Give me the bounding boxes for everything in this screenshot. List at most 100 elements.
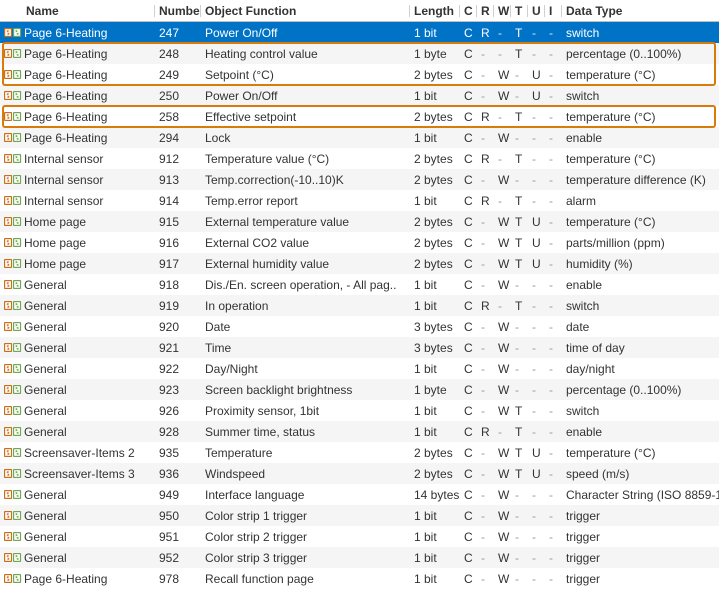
table-row[interactable]: Screensaver-Items 3936Windspeed2 bytesC-…: [0, 463, 719, 484]
flag-r: R: [477, 24, 494, 42]
flag-i: -: [545, 423, 562, 441]
name-text: Home page: [24, 257, 86, 271]
table-row[interactable]: Page 6-Heating249Setpoint (°C)2 bytesC-W…: [0, 64, 719, 85]
flag-i: -: [545, 255, 562, 273]
table-row[interactable]: General920Date3 bytesC-W---date: [0, 316, 719, 337]
cell-name: General: [0, 528, 155, 546]
table-row[interactable]: General950Color strip 1 trigger1 bitC-W-…: [0, 505, 719, 526]
cell-name: General: [0, 318, 155, 336]
table-row[interactable]: Internal sensor913Temp.correction(-10..1…: [0, 169, 719, 190]
col-length[interactable]: Length: [410, 2, 460, 20]
col-datatype[interactable]: Data Type: [562, 2, 719, 20]
col-i[interactable]: I: [545, 2, 562, 20]
cell-length: 14 bytes: [410, 486, 460, 504]
table-row[interactable]: General919In operation1 bitCR-T--switch: [0, 295, 719, 316]
col-w[interactable]: W: [494, 2, 511, 20]
col-r[interactable]: R: [477, 2, 494, 20]
table-row[interactable]: Screensaver-Items 2935Temperature2 bytes…: [0, 442, 719, 463]
flag-c: C: [460, 402, 477, 420]
col-function[interactable]: Object Function: [201, 2, 410, 20]
col-u[interactable]: U: [528, 2, 545, 20]
flag-w: W: [494, 381, 511, 399]
comm-object-icon: [4, 404, 22, 418]
flag-t: -: [511, 507, 528, 525]
name-text: Internal sensor: [24, 173, 103, 187]
flag-c: C: [460, 45, 477, 63]
cell-function: Interface language: [201, 486, 410, 504]
cell-length: 1 bit: [410, 297, 460, 315]
name-text: Page 6-Heating: [24, 131, 107, 145]
cell-name: General: [0, 297, 155, 315]
flag-w: W: [494, 507, 511, 525]
table-row[interactable]: General922Day/Night1 bitC-W---day/night: [0, 358, 719, 379]
cell-number: 923: [155, 381, 201, 399]
table-row[interactable]: Page 6-Heating247Power On/Off1 bitCR-T--…: [0, 22, 719, 43]
flag-c: C: [460, 87, 477, 105]
col-t[interactable]: T: [511, 2, 528, 20]
name-text: General: [24, 299, 67, 313]
flag-i: -: [545, 339, 562, 357]
comm-object-icon: [4, 236, 22, 250]
cell-length: 2 bytes: [410, 150, 460, 168]
flag-t: T: [511, 423, 528, 441]
table-row[interactable]: Page 6-Heating294Lock1 bitC-W---enable: [0, 127, 719, 148]
cell-number: 950: [155, 507, 201, 525]
comm-object-icon: [4, 47, 22, 61]
cell-datatype: speed (m/s): [562, 465, 719, 483]
name-text: Screensaver-Items 3: [24, 467, 135, 481]
table-row[interactable]: Page 6-Heating258Effective setpoint2 byt…: [0, 106, 719, 127]
table-row[interactable]: General921Time3 bytesC-W---time of day: [0, 337, 719, 358]
cell-number: 258: [155, 108, 201, 126]
flag-t: -: [511, 486, 528, 504]
flag-w: W: [494, 171, 511, 189]
table-row[interactable]: Page 6-Heating978Recall function page1 b…: [0, 568, 719, 589]
table-row[interactable]: General918Dis./En. screen operation, - A…: [0, 274, 719, 295]
table-row[interactable]: General926Proximity sensor, 1bit1 bitC-W…: [0, 400, 719, 421]
cell-number: 248: [155, 45, 201, 63]
name-text: Home page: [24, 215, 86, 229]
flag-t: T: [511, 444, 528, 462]
table-row[interactable]: Home page916External CO2 value2 bytesC-W…: [0, 232, 719, 253]
table-row[interactable]: General949Interface language14 bytesC-W-…: [0, 484, 719, 505]
cell-length: 1 bit: [410, 423, 460, 441]
cell-length: 1 bit: [410, 507, 460, 525]
table-row[interactable]: General923Screen backlight brightness1 b…: [0, 379, 719, 400]
cell-number: 915: [155, 213, 201, 231]
table-row[interactable]: Page 6-Heating250Power On/Off1 bitC-W-U-…: [0, 85, 719, 106]
flag-r: -: [477, 318, 494, 336]
table-row[interactable]: Home page915External temperature value2 …: [0, 211, 719, 232]
comm-object-icon: [4, 341, 22, 355]
comm-object-icon: [4, 152, 22, 166]
name-text: General: [24, 383, 67, 397]
flag-i: -: [545, 402, 562, 420]
table-row[interactable]: Page 6-Heating248Heating control value1 …: [0, 43, 719, 64]
flag-u: -: [528, 507, 545, 525]
flag-w: W: [494, 66, 511, 84]
cell-length: 2 bytes: [410, 108, 460, 126]
table-row[interactable]: Home page917External humidity value2 byt…: [0, 253, 719, 274]
cell-length: 1 bit: [410, 528, 460, 546]
flag-r: -: [477, 66, 494, 84]
flag-w: W: [494, 129, 511, 147]
flag-r: R: [477, 108, 494, 126]
col-number[interactable]: Number▲: [155, 2, 201, 20]
cell-name: Home page: [0, 234, 155, 252]
table-row[interactable]: General928Summer time, status1 bitCR-T--…: [0, 421, 719, 442]
cell-function: Recall function page: [201, 570, 410, 588]
table-row[interactable]: Internal sensor912Temperature value (°C)…: [0, 148, 719, 169]
cell-number: 926: [155, 402, 201, 420]
flag-c: C: [460, 108, 477, 126]
table-row[interactable]: General951Color strip 2 trigger1 bitC-W-…: [0, 526, 719, 547]
cell-length: 2 bytes: [410, 171, 460, 189]
table-row[interactable]: General952Color strip 3 trigger1 bitC-W-…: [0, 547, 719, 568]
comm-object-icon: [4, 299, 22, 313]
col-c[interactable]: C: [460, 2, 477, 20]
table-row[interactable]: Internal sensor914Temp.error report1 bit…: [0, 190, 719, 211]
flag-c: C: [460, 255, 477, 273]
name-text: Internal sensor: [24, 152, 103, 166]
col-name[interactable]: Name: [0, 2, 155, 20]
flag-u: U: [528, 255, 545, 273]
flag-r: -: [477, 234, 494, 252]
flag-c: C: [460, 234, 477, 252]
flag-c: C: [460, 129, 477, 147]
